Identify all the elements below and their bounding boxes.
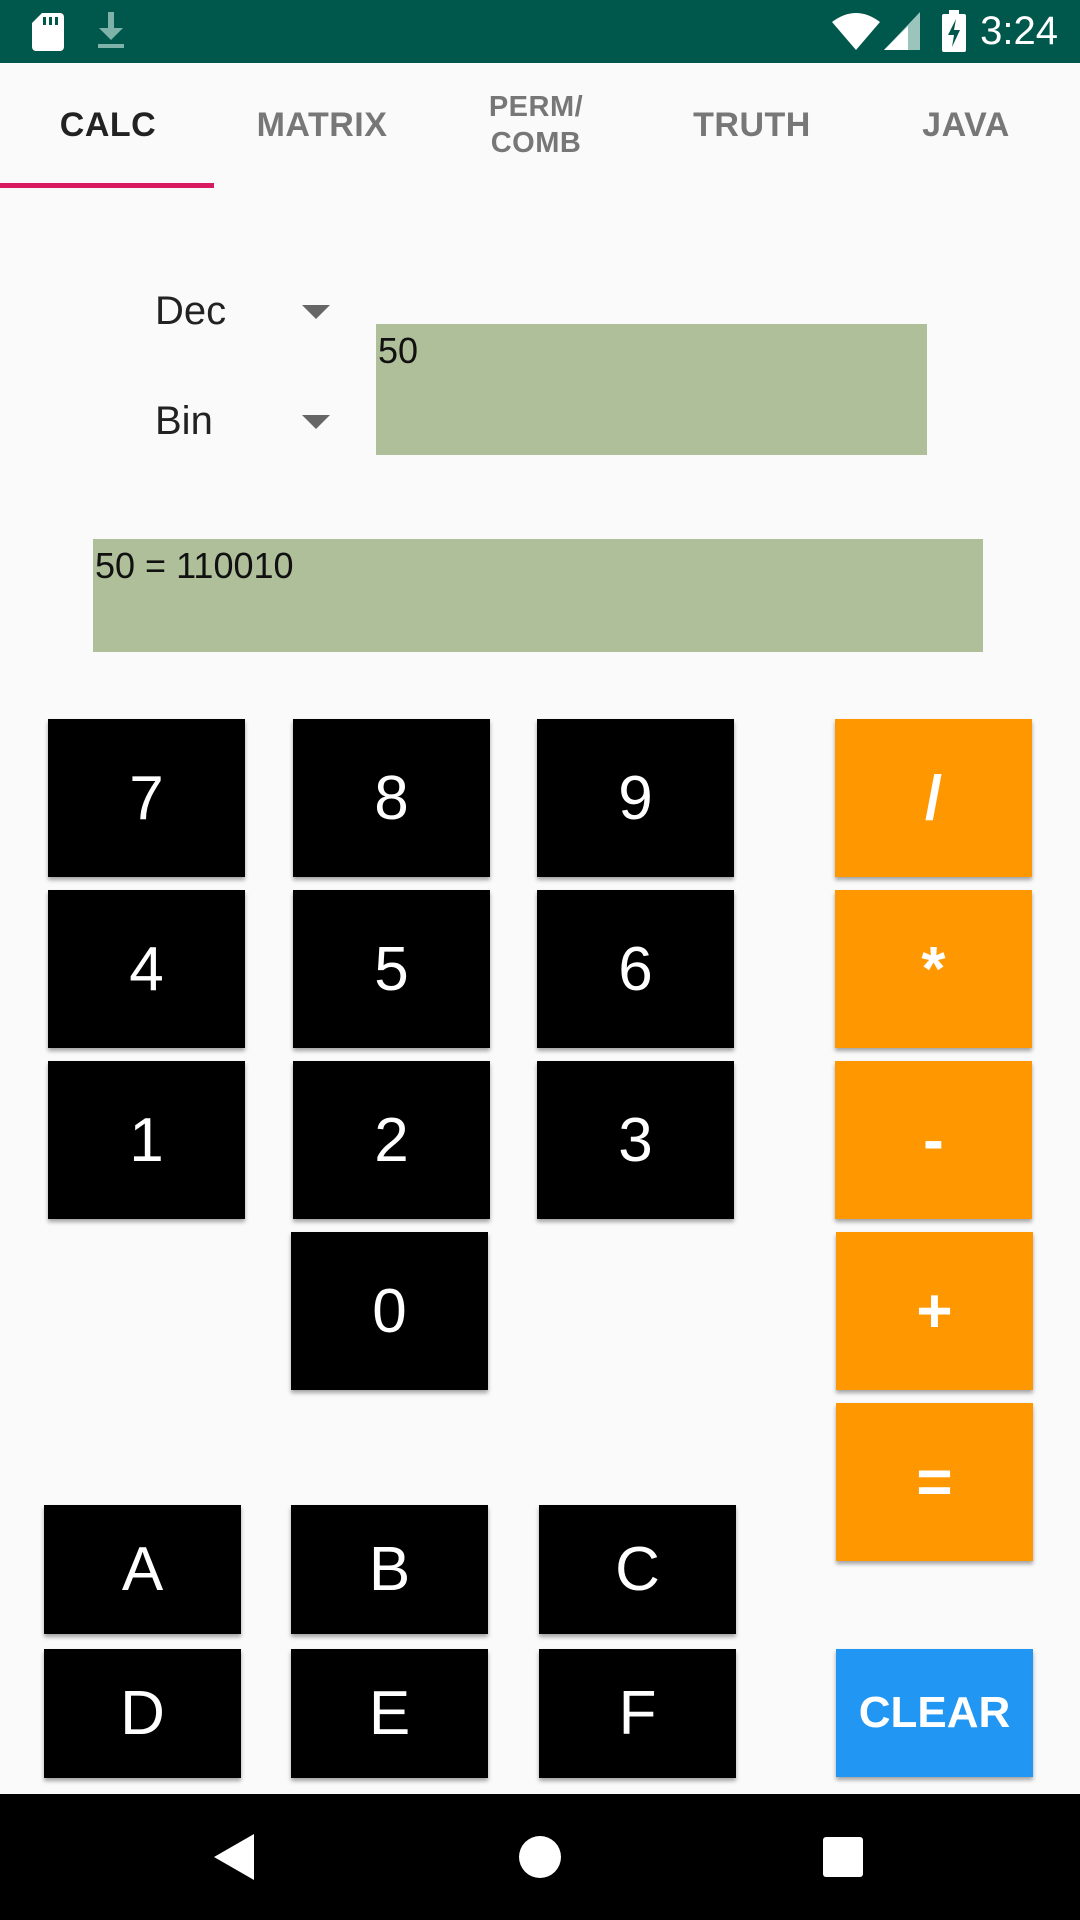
key-7-button[interactable]: 7 (48, 719, 245, 877)
tab-indicator (0, 183, 214, 188)
navigation-bar (0, 1794, 1080, 1920)
key-b-button[interactable]: B (291, 1505, 488, 1634)
clear-button[interactable]: CLEAR (836, 1649, 1033, 1777)
key-d-button[interactable]: D (44, 1649, 241, 1778)
key-0-button[interactable]: 0 (291, 1232, 488, 1390)
key-f-button[interactable]: F (539, 1649, 736, 1778)
equals-button[interactable]: = (836, 1403, 1033, 1561)
result-display: 50 = 110010 (93, 539, 983, 652)
home-icon[interactable] (518, 1835, 562, 1879)
key-a-button[interactable]: A (44, 1505, 241, 1634)
number-input-value: 50 (378, 330, 419, 371)
recents-icon[interactable] (823, 1837, 863, 1877)
tab-perm-comb[interactable]: PERM/ COMB (428, 63, 644, 187)
key-1-button[interactable]: 1 (48, 1061, 245, 1219)
tab-calc[interactable]: CALC (0, 63, 216, 187)
to-base-spinner[interactable]: Bin (155, 391, 330, 451)
divide-button[interactable]: / (835, 719, 1032, 877)
key-5-button[interactable]: 5 (293, 890, 490, 1048)
key-2-button[interactable]: 2 (293, 1061, 490, 1219)
subtract-button[interactable]: - (835, 1061, 1032, 1219)
key-3-button[interactable]: 3 (537, 1061, 734, 1219)
from-base-value: Dec (155, 288, 227, 333)
multiply-button[interactable]: * (835, 890, 1032, 1048)
key-c-button[interactable]: C (539, 1505, 736, 1634)
add-button[interactable]: + (836, 1232, 1033, 1390)
key-6-button[interactable]: 6 (537, 890, 734, 1048)
tab-truth[interactable]: TRUTH (644, 63, 860, 187)
dropdown-arrow-icon (302, 415, 330, 429)
from-base-spinner[interactable]: Dec (155, 281, 330, 341)
dropdown-arrow-icon (302, 305, 330, 319)
key-8-button[interactable]: 8 (293, 719, 490, 877)
back-icon[interactable] (214, 1834, 254, 1880)
key-9-button[interactable]: 9 (537, 719, 734, 877)
to-base-value: Bin (155, 398, 213, 443)
result-text: 50 = 110010 (95, 545, 294, 586)
tab-matrix[interactable]: MATRIX (214, 63, 430, 187)
key-e-button[interactable]: E (291, 1649, 488, 1778)
tab-bar: CALC MATRIX PERM/ COMB TRUTH JAVA (0, 0, 1080, 190)
number-input-field[interactable]: 50 (376, 324, 927, 455)
key-4-button[interactable]: 4 (48, 890, 245, 1048)
tab-java[interactable]: JAVA (858, 63, 1074, 187)
